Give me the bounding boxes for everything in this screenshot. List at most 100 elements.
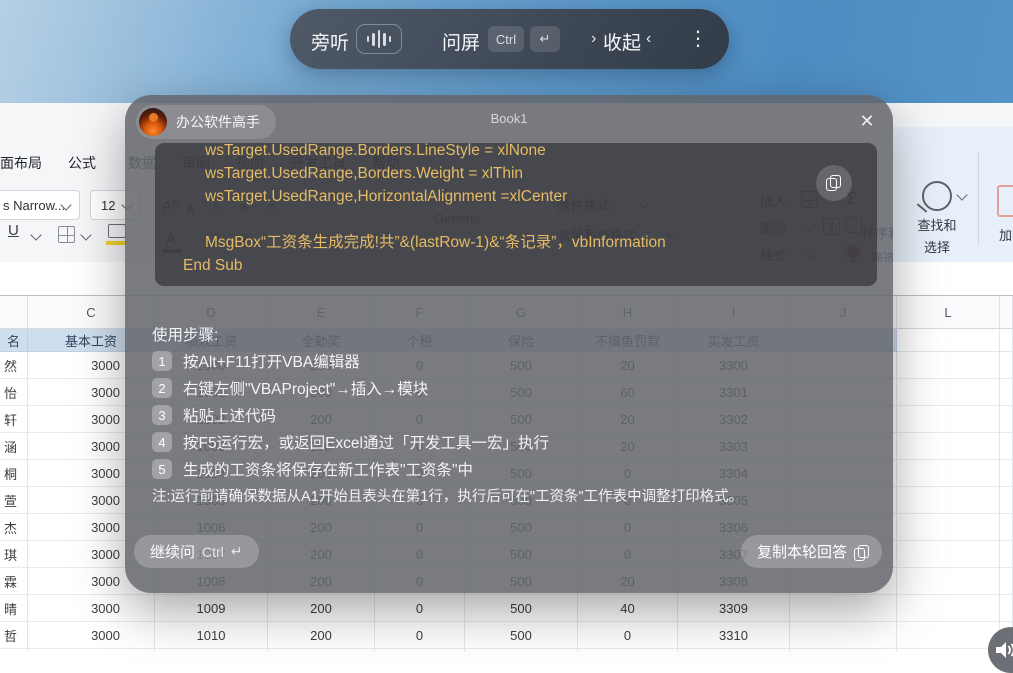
cell[interactable]: 然 xyxy=(0,352,28,379)
cell[interactable] xyxy=(1000,514,1013,541)
cell[interactable]: 哲 xyxy=(0,622,28,649)
cell[interactable] xyxy=(1000,433,1013,460)
cell[interactable] xyxy=(790,595,897,622)
find-select-button[interactable]: 查找和 选择 xyxy=(905,215,969,259)
cell[interactable]: 1010 xyxy=(155,622,268,649)
close-icon[interactable]: ✕ xyxy=(855,109,879,133)
copy-icon xyxy=(826,175,838,189)
chevron-down-icon[interactable] xyxy=(80,229,91,240)
cell[interactable]: 40 xyxy=(578,595,678,622)
copy-code-button[interactable] xyxy=(816,165,852,201)
code-line: wsTarget.UsedRange,Borders.Weight = xlTh… xyxy=(171,162,861,185)
borders-icon[interactable] xyxy=(58,226,75,243)
cell[interactable] xyxy=(1000,541,1013,568)
cell[interactable]: 500 xyxy=(465,622,578,649)
cell[interactable] xyxy=(897,487,1000,514)
cell[interactable] xyxy=(1000,568,1013,595)
cell[interactable]: 晴 xyxy=(0,595,28,622)
step-number: 1 xyxy=(152,351,172,371)
document-title: Book1 xyxy=(125,111,893,126)
collapse-button[interactable]: 收起 xyxy=(603,28,641,55)
copy-answer-button[interactable]: 复制本轮回答 xyxy=(741,535,882,568)
step-item: 5生成的工资条将保存在新工作表"工资条"中 xyxy=(152,458,473,480)
cell[interactable] xyxy=(1000,379,1013,406)
continue-ask-button[interactable]: 继续问 Ctrl ↵ xyxy=(134,535,259,568)
cell[interactable]: 200 xyxy=(268,622,375,649)
cell[interactable]: 3309 xyxy=(678,595,790,622)
code-line xyxy=(171,208,861,231)
font-size-value: 12 xyxy=(101,198,115,213)
step-text: 按F5运行宏，或返回Excel通过「开发工具一宏」执行 xyxy=(183,431,549,453)
step-number: 2 xyxy=(152,378,172,398)
fill-color-icon[interactable] xyxy=(108,224,126,238)
font-name-value: s Narrow... xyxy=(3,198,65,213)
steps-title: 使用步骤: xyxy=(152,323,218,345)
cell[interactable]: 500 xyxy=(465,595,578,622)
cell[interactable]: 3000 xyxy=(28,595,155,622)
speaker-icon xyxy=(996,641,1013,659)
cell[interactable] xyxy=(790,622,897,649)
assistant-panel: 办公软件高手 Book1 ✕ wsTarget.UsedRange.Border… xyxy=(125,95,893,593)
cell[interactable] xyxy=(897,406,1000,433)
cell[interactable]: 轩 xyxy=(0,406,28,433)
ask-screen-button[interactable]: 问屏 xyxy=(442,28,480,55)
cell[interactable]: 200 xyxy=(268,595,375,622)
cell[interactable]: 3310 xyxy=(678,622,790,649)
step-text: 生成的工资条将保存在新工作表"工资条"中 xyxy=(183,458,473,480)
tab-formulas[interactable]: 公式 xyxy=(68,153,96,173)
listen-button[interactable]: 旁听 xyxy=(311,28,349,55)
assistant-toolbar: 旁听 问屏 Ctrl ↵ › 收起 ‹ ⋮ xyxy=(290,9,729,69)
code-line: wsTarget.UsedRange.Borders.LineStyle = x… xyxy=(171,143,861,162)
cell[interactable] xyxy=(897,433,1000,460)
find-select-line2: 选择 xyxy=(905,237,969,259)
cell[interactable]: 怡 xyxy=(0,379,28,406)
enter-key-chip: ↵ xyxy=(530,26,560,52)
cell[interactable] xyxy=(897,514,1000,541)
cell[interactable] xyxy=(1000,352,1013,379)
cell[interactable]: 霖 xyxy=(0,568,28,595)
cell[interactable]: 3000 xyxy=(28,622,155,649)
continue-label: 继续问 xyxy=(150,541,195,562)
underline-button[interactable]: U xyxy=(8,222,19,239)
cell[interactable]: 杰 xyxy=(0,514,28,541)
cell[interactable] xyxy=(897,379,1000,406)
cell[interactable]: 0 xyxy=(578,622,678,649)
font-name-dropdown[interactable]: s Narrow... xyxy=(0,190,80,220)
step-text: 粘贴上述代码 xyxy=(183,404,276,426)
cell[interactable] xyxy=(897,568,1000,595)
tab-page-layout[interactable]: 页面布局 xyxy=(0,153,42,173)
step-item: 2右键左侧"VBAProject"→插入→模块 xyxy=(152,377,428,399)
addin-icon[interactable] xyxy=(997,185,1013,217)
cell[interactable] xyxy=(897,541,1000,568)
step-number: 3 xyxy=(152,405,172,425)
cell: L xyxy=(897,296,1000,329)
cell[interactable] xyxy=(1000,487,1013,514)
ctrl-key-chip: Ctrl xyxy=(488,26,524,52)
step-text: 按Alt+F11打开VBA编辑器 xyxy=(183,350,360,372)
waveform-icon[interactable] xyxy=(356,24,402,54)
enter-key-icon: ↵ xyxy=(231,543,243,560)
cell[interactable]: 桐 xyxy=(0,460,28,487)
chevron-down-icon[interactable] xyxy=(30,229,41,240)
cell[interactable]: 0 xyxy=(375,595,465,622)
cell[interactable]: 0 xyxy=(375,622,465,649)
find-select-line1: 查找和 xyxy=(905,215,969,237)
cell[interactable]: 1009 xyxy=(155,595,268,622)
cell[interactable] xyxy=(897,460,1000,487)
cell[interactable] xyxy=(897,595,1000,622)
cell[interactable]: 涵 xyxy=(0,433,28,460)
cell[interactable] xyxy=(897,622,1000,649)
more-menu-icon[interactable]: ⋮ xyxy=(688,26,708,51)
code-line: wsTarget.UsedRange,HorizontalAlignment =… xyxy=(171,185,861,208)
find-select-icon[interactable] xyxy=(922,181,952,211)
cell[interactable] xyxy=(1000,406,1013,433)
cell[interactable] xyxy=(1000,595,1013,622)
cell[interactable] xyxy=(897,352,1000,379)
addin-label: 加 xyxy=(999,225,1012,244)
cell[interactable]: 萱 xyxy=(0,487,28,514)
cell[interactable]: 琪 xyxy=(0,541,28,568)
collapse-left-chevron: › xyxy=(591,30,596,48)
cell[interactable] xyxy=(1000,460,1013,487)
code-line: End Sub xyxy=(171,254,861,277)
code-block: wsTarget.UsedRange.Borders.LineStyle = x… xyxy=(155,143,877,286)
